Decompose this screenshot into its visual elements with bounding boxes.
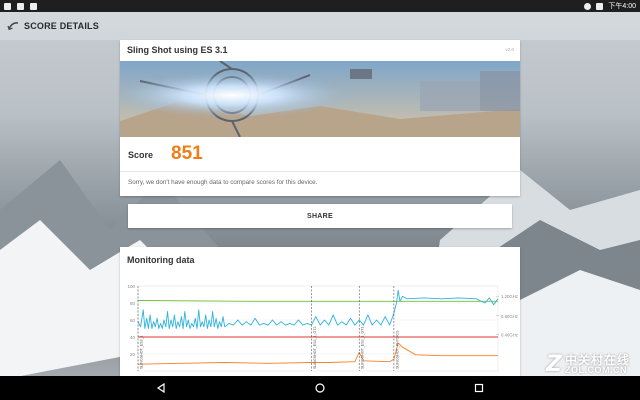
right-tick-label: 0.40GHz bbox=[501, 332, 518, 337]
y-tick-label: 60 bbox=[130, 318, 136, 323]
back-arrow-icon[interactable] bbox=[6, 19, 20, 33]
score-value: 851 bbox=[171, 143, 203, 164]
right-tick-label: 1.20GHz bbox=[501, 294, 518, 299]
notification-icon bbox=[4, 2, 11, 10]
status-time: 下午4:00 bbox=[608, 3, 636, 10]
page-title: SCORE DETAILS bbox=[24, 21, 99, 31]
phase-marker-label: SLINGSHOT_ES3_1_GT2 bbox=[313, 326, 317, 369]
score-label: Score bbox=[128, 150, 154, 160]
watermark-en: ZOL.COM.CN bbox=[564, 365, 627, 375]
monitoring-chart: 1008060402000:0000:4001:2002:0002:4003:2… bbox=[120, 281, 520, 380]
benchmark-title: Sling Shot using ES 3.1 bbox=[127, 45, 228, 55]
compare-note: Sorry, we don't have enough data to comp… bbox=[128, 179, 318, 186]
zol-watermark: Z 中关村在线 ZOL.COM.CN bbox=[546, 352, 630, 377]
y-tick-label: 20 bbox=[130, 352, 136, 357]
download-icon bbox=[30, 2, 37, 10]
watermark-logo: Z bbox=[546, 352, 562, 377]
phase-marker-label: SLINGSHOT_PHYSICS bbox=[395, 330, 399, 369]
version-label: v2.0 bbox=[505, 47, 514, 52]
phase-marker-label: SLINGSHOT_ES3_1_GT1 bbox=[361, 326, 365, 369]
score-row: Score 851 bbox=[120, 140, 520, 172]
recents-nav-icon[interactable] bbox=[472, 381, 486, 395]
phase-marker-label: SLINGSHOT_ES3_1 bbox=[140, 335, 144, 369]
benchmark-banner-image bbox=[120, 61, 520, 137]
status-bar: 下午4:00 bbox=[0, 0, 640, 12]
battery-icon bbox=[596, 2, 604, 10]
app-header: SCORE DETAILS bbox=[0, 12, 640, 40]
wifi-icon bbox=[584, 2, 592, 10]
navigation-bar bbox=[0, 376, 640, 400]
y-tick-label: 100 bbox=[127, 284, 135, 289]
home-nav-icon[interactable] bbox=[313, 381, 327, 395]
back-nav-icon[interactable] bbox=[154, 381, 168, 395]
right-tick-label: 0.80GHz bbox=[501, 314, 518, 319]
share-button[interactable]: SHARE bbox=[128, 204, 512, 228]
score-card: Sling Shot using ES 3.1 v2.0 Score 851 S… bbox=[120, 40, 520, 196]
y-tick-label: 40 bbox=[130, 335, 136, 340]
screenshot-icon bbox=[17, 2, 24, 10]
monitoring-card: Monitoring data 1008060402000:0000:4001:… bbox=[120, 247, 520, 380]
y-tick-label: 80 bbox=[130, 301, 136, 306]
monitoring-title: Monitoring data bbox=[127, 255, 195, 265]
